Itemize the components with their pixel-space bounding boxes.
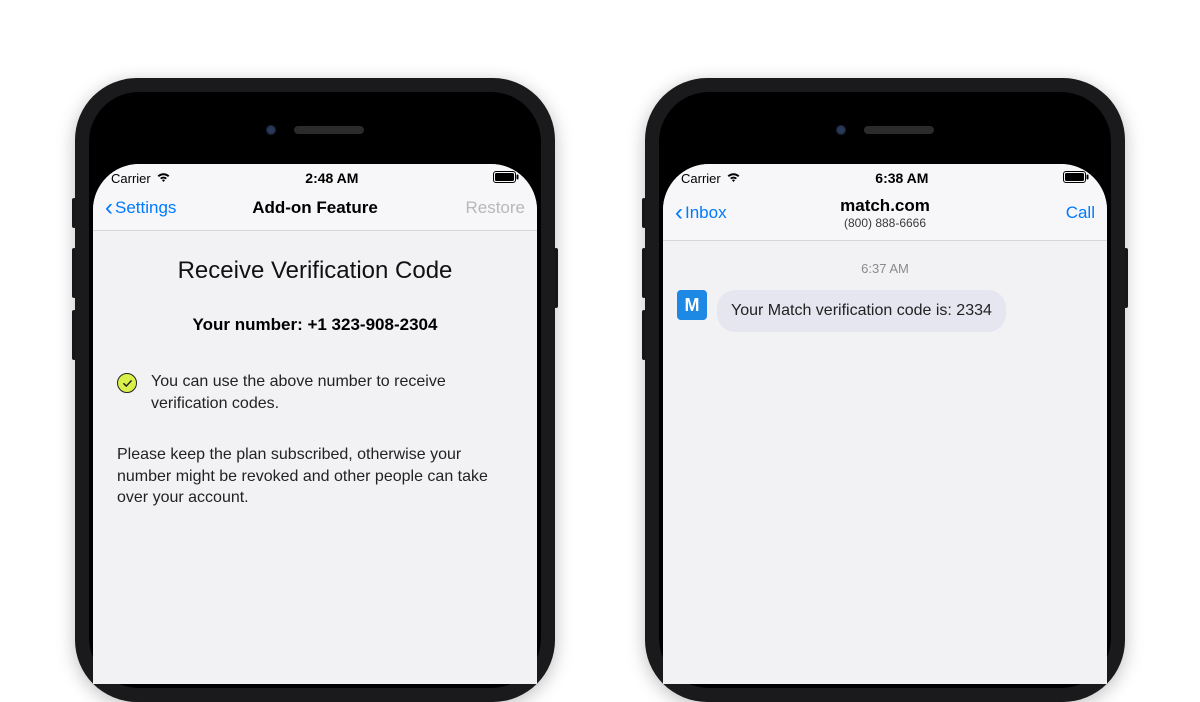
message-row: M Your Match verification code is: 2334 [677,290,1093,332]
camera-icon [836,125,846,135]
phone-frame: Carrier 6:38 AM ‹ Inbo [645,78,1125,702]
phone-frame: Carrier 2:48 AM ‹ Sett [75,78,555,702]
status-time: 6:38 AM [875,170,928,186]
screen-messages: Carrier 6:38 AM ‹ Inbo [663,164,1107,684]
phone-left: Carrier 2:48 AM ‹ Sett [75,78,555,702]
speaker-grille [294,126,364,134]
nav-bar: ‹ Settings Add-on Feature Restore [93,188,537,231]
back-button[interactable]: ‹ Settings [105,196,195,220]
info-text: You can use the above number to receive … [151,371,513,414]
warning-text: Please keep the plan subscribed, otherwi… [117,444,513,509]
battery-icon [493,171,519,186]
carrier-label: Carrier [111,171,151,186]
call-button[interactable]: Call [1005,203,1095,223]
your-number-label: Your number: +1 323-908-2304 [117,315,513,335]
message-timestamp: 6:37 AM [677,261,1093,276]
wifi-icon [156,171,171,186]
nav-bar: ‹ Inbox match.com (800) 888-6666 Call [663,188,1107,241]
message-bubble[interactable]: Your Match verification code is: 2334 [717,290,1006,332]
back-label: Inbox [685,203,727,223]
wifi-icon [726,171,741,186]
status-time: 2:48 AM [305,170,358,186]
back-button[interactable]: ‹ Inbox [675,201,765,225]
nav-subtitle: (800) 888-6666 [765,216,1005,230]
carrier-label: Carrier [681,171,721,186]
page-title: Receive Verification Code [117,257,513,285]
camera-icon [266,125,276,135]
addon-content: Receive Verification Code Your number: +… [93,231,537,529]
chevron-left-icon: ‹ [105,196,113,220]
battery-icon [1063,171,1089,186]
screen-addon: Carrier 2:48 AM ‹ Sett [93,164,537,684]
check-icon [117,373,137,393]
back-label: Settings [115,198,176,218]
chevron-left-icon: ‹ [675,201,683,225]
restore-button[interactable]: Restore [435,198,525,218]
status-bar: Carrier 6:38 AM [663,164,1107,188]
speaker-grille [864,126,934,134]
nav-title: Add-on Feature [195,198,435,218]
info-row: You can use the above number to receive … [117,371,513,414]
avatar[interactable]: M [677,290,707,320]
nav-title: match.com [765,196,1005,216]
phone-bezel-top [93,96,537,164]
phone-bezel-top [663,96,1107,164]
messages-content: 6:37 AM M Your Match verification code i… [663,241,1107,348]
status-bar: Carrier 2:48 AM [93,164,537,188]
phone-right: Carrier 6:38 AM ‹ Inbo [645,78,1125,702]
